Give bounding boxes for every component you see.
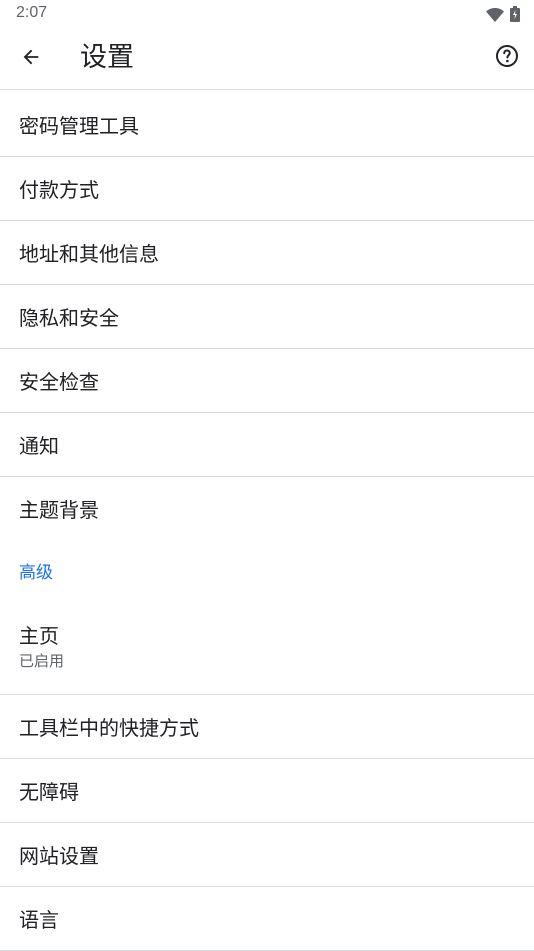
help-circle-icon xyxy=(495,44,519,72)
settings-item-label: 无障碍 xyxy=(19,780,79,804)
settings-item-accessibility[interactable]: 无障碍 xyxy=(0,759,534,823)
app-toolbar: 设置 xyxy=(0,28,534,90)
status-bar: 2:07 xyxy=(0,0,534,28)
settings-item-label: 密码管理工具 xyxy=(19,114,139,138)
help-button[interactable] xyxy=(492,43,522,73)
settings-item-label: 隐私和安全 xyxy=(19,306,119,330)
settings-item-label: 通知 xyxy=(19,434,59,458)
wifi-icon xyxy=(486,7,504,26)
status-icons xyxy=(486,6,520,26)
settings-item-toolbar-shortcut[interactable]: 工具栏中的快捷方式 xyxy=(0,695,534,759)
settings-item-site-settings[interactable]: 网站设置 xyxy=(0,823,534,887)
settings-item-addresses[interactable]: 地址和其他信息 xyxy=(0,221,534,285)
settings-item-label: 主页 xyxy=(19,624,59,648)
settings-item-theme[interactable]: 主题背景 xyxy=(0,477,534,540)
settings-item-languages[interactable]: 语言 xyxy=(0,887,534,951)
settings-item-safety-check[interactable]: 安全检查 xyxy=(0,349,534,413)
settings-item-label: 网站设置 xyxy=(19,844,99,868)
settings-item-privacy-security[interactable]: 隐私和安全 xyxy=(0,285,534,349)
settings-item-label: 主题背景 xyxy=(19,498,99,522)
battery-icon xyxy=(510,6,520,26)
settings-item-label: 语言 xyxy=(19,908,59,932)
settings-item-label: 付款方式 xyxy=(19,178,99,202)
settings-item-homepage[interactable]: 主页 已启用 xyxy=(0,600,534,695)
back-button[interactable] xyxy=(12,40,50,78)
settings-item-label: 地址和其他信息 xyxy=(19,242,159,266)
arrow-back-icon xyxy=(20,46,42,72)
settings-item-label: 安全检查 xyxy=(19,370,99,394)
settings-item-label: 工具栏中的快捷方式 xyxy=(19,716,199,740)
settings-item-password-manager[interactable]: 密码管理工具 xyxy=(0,93,534,157)
page-title: 设置 xyxy=(80,42,134,73)
settings-item-payment-methods[interactable]: 付款方式 xyxy=(0,157,534,221)
status-time: 2:07 xyxy=(16,4,48,21)
settings-item-summary: 已启用 xyxy=(19,652,65,670)
settings-list: 密码管理工具 付款方式 地址和其他信息 隐私和安全 安全检查 通知 主题背景 高… xyxy=(0,93,534,951)
settings-item-notifications[interactable]: 通知 xyxy=(0,413,534,477)
section-header-advanced: 高级 xyxy=(19,562,53,583)
